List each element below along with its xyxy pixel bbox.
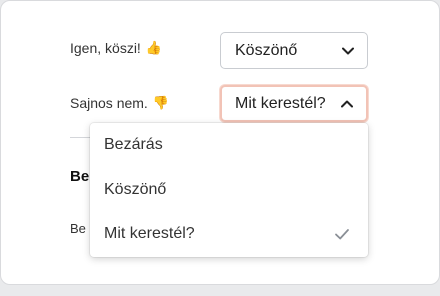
dropdown-option-bezaras[interactable]: Bezárás [90,123,368,168]
yes-select[interactable]: Köszönő [220,32,368,69]
yes-select-value: Köszönő [235,41,298,59]
section-text: Be [70,221,86,236]
option-label: Köszönő [104,180,167,198]
dropdown-option-koszono[interactable]: Köszönő [90,168,368,213]
yes-row-label: Igen, köszi! 👍 [70,40,162,56]
option-label: Mit kerestél? [104,225,195,243]
chevron-up-icon [340,97,354,111]
no-select[interactable]: Mit kerestél? [220,85,368,122]
thumbs-up-icon: 👍 [145,40,163,55]
select-dropdown-menu: Bezárás Köszönő Mit kerestél? [90,123,368,257]
bottom-bar [0,285,440,296]
no-row-label: Sajnos nem. 👎 [70,95,169,111]
thumbs-down-icon: 👎 [152,95,170,110]
check-icon [334,226,350,242]
section-heading: Be [70,168,90,185]
feedback-card: Igen, köszi! 👍 Köszönő Sajnos nem. 👎 Mit… [0,0,440,285]
chevron-down-icon [341,44,355,58]
no-select-value: Mit kerestél? [235,94,326,112]
dropdown-option-mit-kerestel[interactable]: Mit kerestél? [90,212,368,257]
option-label: Bezárás [104,136,163,154]
no-label-text: Sajnos nem. [70,95,148,111]
yes-label-text: Igen, köszi! [70,40,141,56]
